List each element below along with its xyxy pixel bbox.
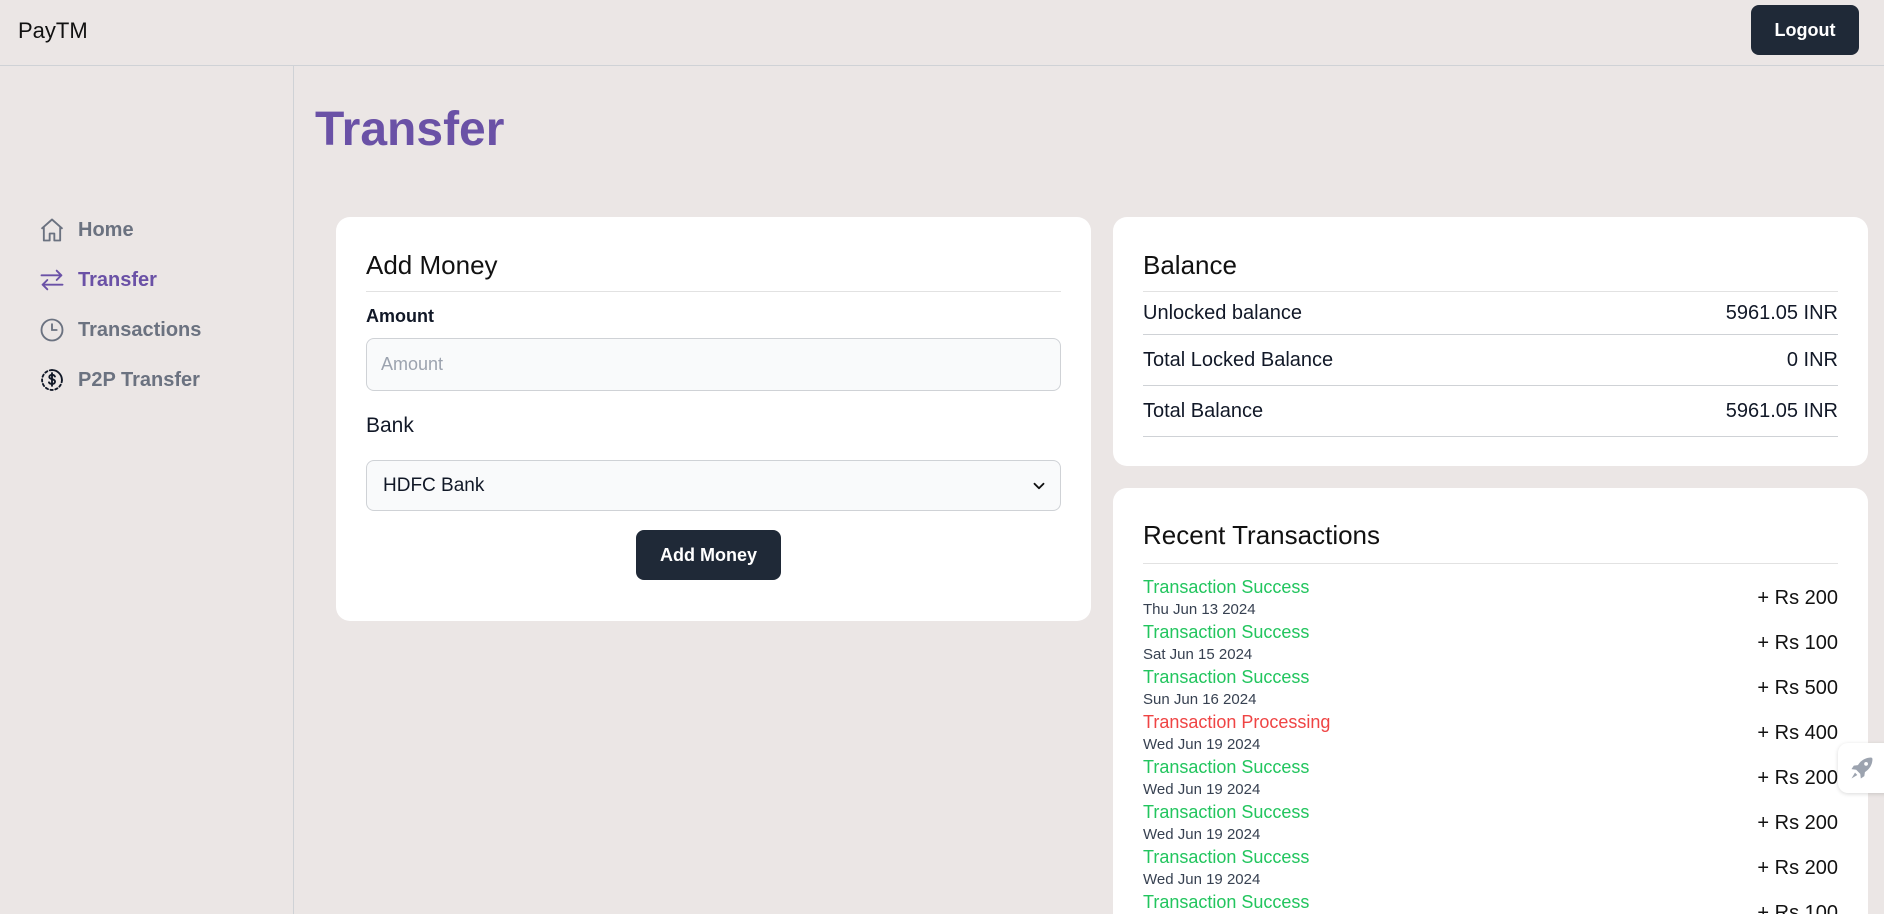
transaction-status: Transaction Success <box>1143 802 1310 822</box>
brand-logo[interactable]: PayTM <box>18 18 88 44</box>
transaction-amount: + Rs 200 <box>1757 767 1838 789</box>
transaction-amount: + Rs 100 <box>1757 632 1838 654</box>
transaction-status: Transaction Processing <box>1143 712 1331 732</box>
top-bar: PayTM Logout <box>0 0 1884 66</box>
sidebar-item-home[interactable]: Home <box>38 213 134 247</box>
transaction-amount: + Rs 500 <box>1757 677 1838 699</box>
page-title: Transfer <box>315 103 505 156</box>
transaction-date: Wed Jun 19 2024 <box>1143 736 1261 753</box>
logout-button[interactable]: Logout <box>1751 5 1859 55</box>
transaction-amount: + Rs 200 <box>1757 857 1838 879</box>
amount-label: Amount <box>366 306 434 326</box>
list-item: Transaction Success Wed Jun 19 2024 + Rs… <box>1143 802 1838 847</box>
add-money-title: Add Money <box>366 250 498 280</box>
list-item: Transaction Processing Wed Jun 19 2024 +… <box>1143 712 1838 757</box>
transaction-date: Wed Jun 19 2024 <box>1143 826 1261 843</box>
transaction-status: Transaction Success <box>1143 757 1310 777</box>
transaction-date: Sat Jun 15 2024 <box>1143 646 1253 663</box>
recent-transactions-card: Recent Transactions Transaction Success … <box>1113 488 1868 914</box>
bank-select[interactable]: HDFC Bank <box>366 460 1061 511</box>
bank-selected-value: HDFC Bank <box>383 474 485 496</box>
transaction-date: Wed Jun 19 2024 <box>1143 871 1261 888</box>
list-item: Transaction Success Thu Jun 13 2024 + Rs… <box>1143 577 1838 622</box>
transaction-date: Sun Jun 16 2024 <box>1143 691 1257 708</box>
transaction-date: Wed Jun 19 2024 <box>1143 781 1261 798</box>
chevron-down-icon <box>1033 482 1045 490</box>
sidebar-item-label: Home <box>78 218 134 241</box>
list-item: Transaction Success Sun Jun 16 2024 + Rs… <box>1143 667 1838 712</box>
balance-row-unlocked: Unlocked balance 5961.05 INR <box>1143 292 1838 335</box>
sidebar: Home Transfer Transactions P2P Transfer <box>0 66 294 914</box>
dollar-cycle-icon <box>41 369 63 391</box>
transaction-status: Transaction Success <box>1143 847 1310 867</box>
balance-value: 5961.05 INR <box>1725 301 1838 324</box>
transaction-date: Thu Jun 13 2024 <box>1143 601 1256 618</box>
rocket-icon <box>1851 757 1873 779</box>
recent-transactions-title: Recent Transactions <box>1143 520 1381 550</box>
balance-label: Total Locked Balance <box>1143 348 1334 371</box>
sidebar-item-label: P2P Transfer <box>78 368 200 391</box>
clock-icon <box>40 318 64 342</box>
transaction-amount: + Rs 200 <box>1757 587 1838 609</box>
add-money-button[interactable]: Add Money <box>636 530 781 580</box>
transfer-arrows-icon <box>40 269 64 291</box>
list-item: Transaction Success + Rs 100 <box>1143 892 1838 914</box>
sidebar-item-label: Transfer <box>78 268 157 291</box>
floating-action-button[interactable] <box>1838 743 1884 793</box>
balance-value: 5961.05 INR <box>1725 399 1838 422</box>
transaction-status: Transaction Success <box>1143 577 1310 597</box>
balance-row-locked: Total Locked Balance 0 INR <box>1143 335 1838 386</box>
balance-card: Balance Unlocked balance 5961.05 INR Tot… <box>1113 217 1868 466</box>
sidebar-item-transfer[interactable]: Transfer <box>38 263 157 297</box>
transaction-amount: + Rs 400 <box>1757 722 1838 744</box>
transaction-status: Transaction Success <box>1143 667 1310 687</box>
balance-title: Balance <box>1143 250 1237 280</box>
transaction-status: Transaction Success <box>1143 892 1310 912</box>
balance-row-total: Total Balance 5961.05 INR <box>1143 386 1838 437</box>
list-item: Transaction Success Wed Jun 19 2024 + Rs… <box>1143 847 1838 892</box>
balance-label: Total Balance <box>1143 399 1264 422</box>
balance-label: Unlocked balance <box>1143 301 1302 324</box>
list-item: Transaction Success Sat Jun 15 2024 + Rs… <box>1143 622 1838 667</box>
sidebar-item-label: Transactions <box>78 318 202 341</box>
bank-label: Bank <box>366 414 414 437</box>
transaction-amount: + Rs 200 <box>1757 812 1838 834</box>
transaction-status: Transaction Success <box>1143 622 1310 642</box>
list-item: Transaction Success Wed Jun 19 2024 + Rs… <box>1143 757 1838 802</box>
divider <box>1143 563 1838 564</box>
home-icon <box>40 218 64 242</box>
divider <box>366 291 1061 292</box>
transaction-amount: + Rs 100 <box>1757 902 1838 914</box>
balance-value: 0 INR <box>1786 348 1838 371</box>
amount-input[interactable] <box>366 338 1061 391</box>
sidebar-item-p2p-transfer[interactable]: P2P Transfer <box>38 363 200 397</box>
add-money-card: Add Money Amount Bank HDFC Bank Add Mone… <box>336 217 1091 621</box>
sidebar-item-transactions[interactable]: Transactions <box>38 313 201 347</box>
